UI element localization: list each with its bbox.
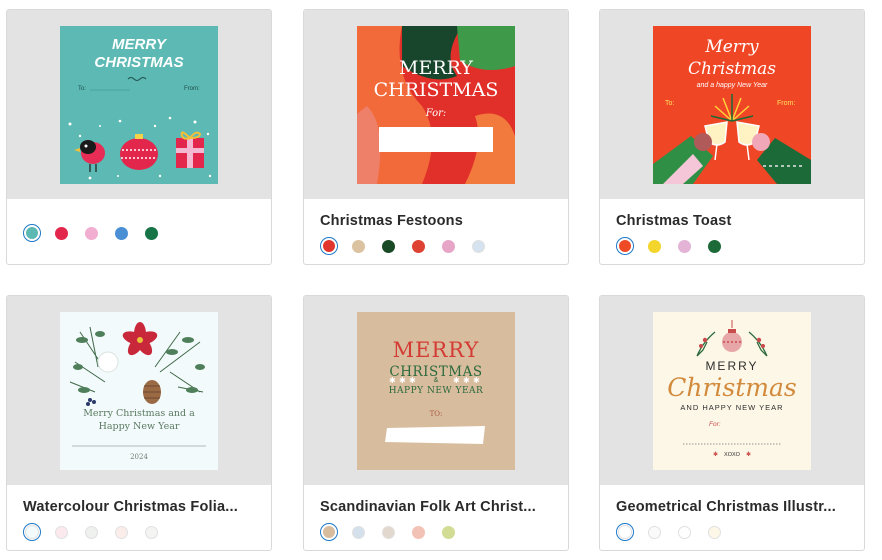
color-swatch[interactable] xyxy=(708,239,721,253)
tag-line-2: Happy New Year xyxy=(99,421,180,432)
template-thumbnail[interactable]: MERRY CHRISTMAS For: xyxy=(357,26,515,184)
geometric-tag-artwork: MERRY Christmas AND HAPPY NEW YEAR For: … xyxy=(667,320,797,458)
tag-line-2: Christmas xyxy=(667,373,797,402)
color-swatch[interactable] xyxy=(708,525,721,539)
tag-for-label: For: xyxy=(709,421,721,428)
tag-to-label: To: xyxy=(665,100,674,107)
color-swatch[interactable] xyxy=(616,237,634,255)
color-swatch[interactable] xyxy=(678,525,691,539)
template-thumbnail[interactable]: MERRY Christmas AND HAPPY NEW YEAR For: … xyxy=(653,312,811,470)
template-thumbnail[interactable]: MERRY CHRISTMAS ✱ ✱ ✱ ✱ ✱ ✱ & HAPPY NEW YEAR… xyxy=(357,312,515,470)
tag-for-label: For: xyxy=(425,108,447,119)
tag-line-3: HAPPY NEW YEAR xyxy=(389,386,484,396)
template-preview-area[interactable]: MERRY CHRISTMAS To: From: xyxy=(7,10,271,199)
color-swatch[interactable] xyxy=(678,239,691,253)
tag-line-3: and a happy New Year xyxy=(697,82,768,89)
tag-line-1: MERRY xyxy=(399,57,473,79)
template-title[interactable]: Christmas Toast xyxy=(616,213,732,229)
color-swatches xyxy=(616,522,738,542)
color-swatch[interactable] xyxy=(352,525,365,539)
template-title[interactable]: Geometrical Christmas Illustr... xyxy=(616,499,836,515)
tag-to-label: TO: xyxy=(430,410,443,418)
template-preview-area[interactable]: MERRY Christmas AND HAPPY NEW YEAR For: … xyxy=(600,296,864,485)
tag-line-3: AND HAPPY NEW YEAR xyxy=(680,403,783,412)
color-swatch[interactable] xyxy=(55,525,68,539)
template-preview-area[interactable]: MERRY CHRISTMAS ✱ ✱ ✱ ✱ ✱ ✱ & HAPPY NEW YEAR… xyxy=(304,296,568,485)
tag-from-label: From: xyxy=(777,100,795,107)
color-swatch[interactable] xyxy=(23,224,41,242)
template-preview-area[interactable]: Merry Christmas and a Happy New Year 202… xyxy=(7,296,271,485)
template-thumbnail[interactable]: Merry Christmas and a happy New Year To:… xyxy=(653,26,811,184)
color-swatch[interactable] xyxy=(320,523,338,541)
toast-tag-artwork: Merry Christmas and a happy New Year To:… xyxy=(653,37,811,184)
color-swatch[interactable] xyxy=(412,525,425,539)
tag-year: 2024 xyxy=(130,453,148,461)
template-preview-area[interactable]: MERRY CHRISTMAS For: xyxy=(304,10,568,199)
tag-line-2: CHRISTMAS xyxy=(94,54,183,71)
svg-text:✱: ✱ xyxy=(746,451,751,458)
template-title[interactable]: Scandinavian Folk Art Christ... xyxy=(320,499,536,515)
color-swatch[interactable] xyxy=(382,239,395,253)
template-title[interactable]: Watercolour Christmas Folia... xyxy=(23,499,238,515)
template-card-christmas-festoons[interactable]: MERRY CHRISTMAS For: Christmas Festoons xyxy=(303,9,569,265)
color-swatch[interactable] xyxy=(85,525,98,539)
template-card-watercolour-foliage[interactable]: Merry Christmas and a Happy New Year 202… xyxy=(6,295,272,551)
color-swatch[interactable] xyxy=(442,525,455,539)
template-title[interactable]: Christmas Festoons xyxy=(320,213,463,229)
template-preview-area[interactable]: Merry Christmas and a happy New Year To:… xyxy=(600,10,864,199)
tag-ampersand: & xyxy=(434,377,439,384)
color-swatch[interactable] xyxy=(648,525,661,539)
svg-text:✱: ✱ xyxy=(399,376,406,385)
color-swatch[interactable] xyxy=(55,226,68,240)
color-swatch[interactable] xyxy=(23,523,41,541)
template-card-geometrical-illustration[interactable]: MERRY Christmas AND HAPPY NEW YEAR For: … xyxy=(599,295,865,551)
template-thumbnail[interactable]: MERRY CHRISTMAS To: From: xyxy=(60,26,218,184)
svg-text:✱: ✱ xyxy=(473,376,480,385)
color-swatch[interactable] xyxy=(85,226,98,240)
color-swatch[interactable] xyxy=(145,226,158,240)
tag-line-2: CHRISTMAS xyxy=(374,79,499,101)
template-card-christmas-toast[interactable]: Merry Christmas and a happy New Year To:… xyxy=(599,9,865,265)
color-swatches xyxy=(616,236,738,256)
color-swatches xyxy=(320,236,502,256)
tag-line-1: MERRY xyxy=(705,359,758,373)
color-swatches xyxy=(23,223,175,243)
color-swatch[interactable] xyxy=(472,239,485,253)
svg-text:✱: ✱ xyxy=(389,376,396,385)
svg-text:✱: ✱ xyxy=(463,376,470,385)
color-swatch[interactable] xyxy=(145,525,158,539)
color-swatch[interactable] xyxy=(412,239,425,253)
color-swatch[interactable] xyxy=(442,239,455,253)
tag-to-label: To: xyxy=(78,86,86,92)
tag-line-1: MERRY xyxy=(393,338,480,362)
tag-line-1: Merry Christmas and a xyxy=(83,408,195,419)
color-swatch[interactable] xyxy=(648,239,661,253)
tag-line-1: Merry xyxy=(704,37,759,57)
color-swatch[interactable] xyxy=(352,239,365,253)
tag-signoff: XOXO xyxy=(724,452,741,458)
svg-text:✱: ✱ xyxy=(453,376,460,385)
template-card-teal-merry-christmas[interactable]: MERRY CHRISTMAS To: From: xyxy=(6,9,272,265)
color-swatch[interactable] xyxy=(115,525,128,539)
tag-line-2: Christmas xyxy=(688,59,776,79)
tag-from-label: From: xyxy=(184,86,200,92)
color-swatch[interactable] xyxy=(616,523,634,541)
foliage-tag-artwork: Merry Christmas and a Happy New Year 202… xyxy=(69,322,206,461)
color-swatch[interactable] xyxy=(115,226,128,240)
color-swatch[interactable] xyxy=(382,525,395,539)
color-swatch[interactable] xyxy=(320,237,338,255)
svg-text:✱: ✱ xyxy=(713,451,718,458)
template-thumbnail[interactable]: Merry Christmas and a Happy New Year 202… xyxy=(60,312,218,470)
color-swatches xyxy=(320,522,472,542)
tag-line-1: MERRY xyxy=(112,36,168,53)
festoons-tag-artwork: MERRY CHRISTMAS For: xyxy=(357,26,515,184)
svg-text:✱: ✱ xyxy=(409,376,416,385)
teal-tag-artwork: MERRY CHRISTMAS To: From: xyxy=(68,36,212,180)
template-card-scandinavian-folk-art[interactable]: MERRY CHRISTMAS ✱ ✱ ✱ ✱ ✱ ✱ & HAPPY NEW YEAR… xyxy=(303,295,569,551)
color-swatches xyxy=(23,522,175,542)
folk-art-tag-artwork: MERRY CHRISTMAS ✱ ✱ ✱ ✱ ✱ ✱ & HAPPY NEW YEAR… xyxy=(385,338,485,444)
